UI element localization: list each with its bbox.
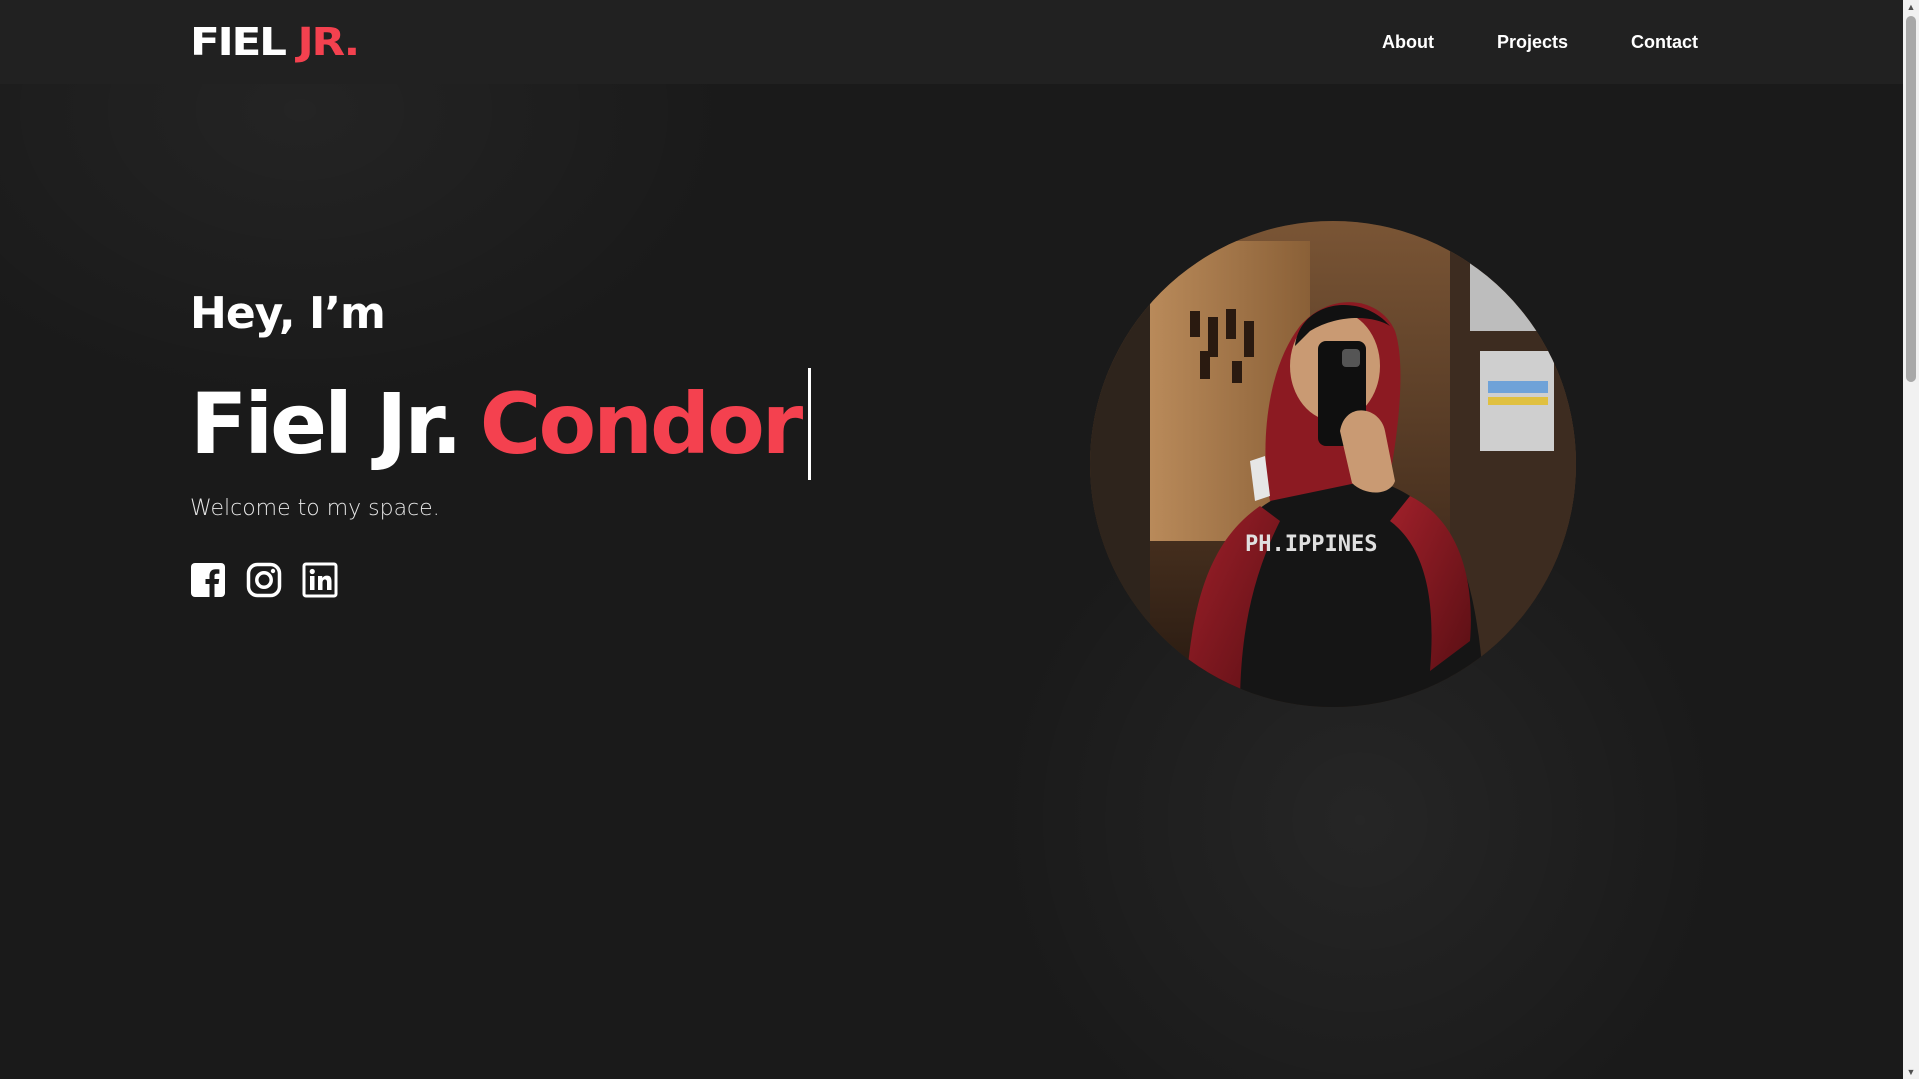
scrollbar-thumb[interactable]: [1906, 16, 1916, 382]
site-logo[interactable]: FIEL JR.: [190, 18, 361, 66]
typing-caret: [808, 368, 812, 480]
logo-accent-text: JR.: [297, 20, 361, 64]
hero-name-last: Condor: [479, 375, 803, 473]
hero-name: Fiel Jr. Condor: [190, 368, 812, 480]
svg-text:PH.IPPINES: PH.IPPINES: [1245, 532, 1377, 557]
hero-intro: Hey, I’m Fiel Jr. Condor Welcome to my s…: [190, 284, 812, 598]
nav-link-projects[interactable]: Projects: [1497, 30, 1568, 54]
profile-photo: PH.IPPINES: [1090, 221, 1576, 707]
hero-tagline: Welcome to my space.: [190, 496, 440, 521]
nav-link-about[interactable]: About: [1382, 30, 1434, 54]
top-navbar: FIEL JR. About Projects Contact: [0, 0, 1903, 84]
social-links: [190, 562, 811, 598]
facebook-icon[interactable]: [190, 562, 226, 598]
page: FIEL JR. About Projects Contact Hey, I’m…: [0, 0, 1919, 1079]
linkedin-icon[interactable]: [302, 562, 338, 598]
logo-main-text: FIEL: [190, 20, 287, 64]
instagram-icon[interactable]: [246, 562, 282, 598]
scroll-up-arrow-icon[interactable]: ▲: [1903, 0, 1919, 14]
main-nav: About Projects Contact: [1382, 30, 1698, 54]
page-scrollbar[interactable]: ▲ ▼: [1903, 0, 1919, 1079]
scroll-down-arrow-icon[interactable]: ▼: [1903, 1065, 1919, 1079]
hero-name-first: Fiel Jr.: [190, 375, 463, 473]
nav-link-contact[interactable]: Contact: [1631, 30, 1698, 54]
hero-greeting: Hey, I’m: [190, 288, 386, 339]
